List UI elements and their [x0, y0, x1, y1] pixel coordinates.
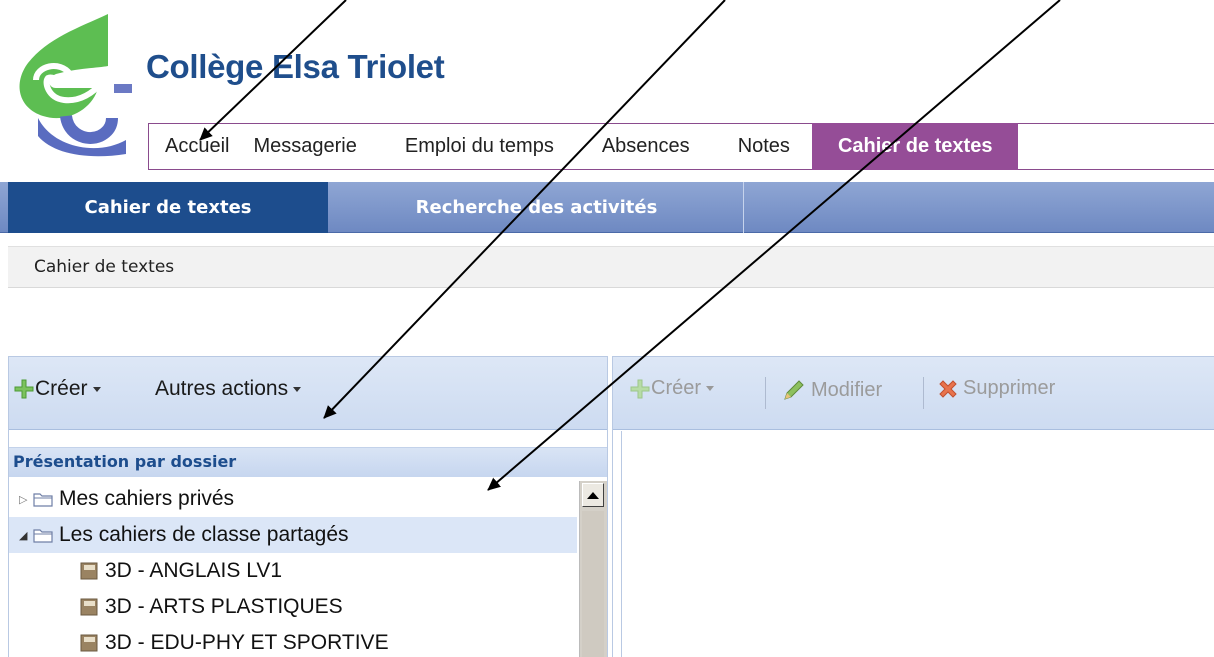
other-actions-button[interactable]: Autres actions [155, 377, 302, 401]
toolbar-separator [765, 377, 766, 409]
tree-node-private[interactable]: ▷ Mes cahiers privés [9, 481, 577, 517]
edit-button[interactable]: Modifier [781, 377, 882, 403]
tree-node-notebook[interactable]: 3D - EDU-PHY ET SPORTIVE [9, 625, 577, 657]
notebook-icon [80, 562, 98, 580]
content-area [621, 431, 1214, 657]
tree-node-notebook[interactable]: 3D - ANGLAIS LV1 [9, 553, 577, 589]
menu-item-emploi-du-temps[interactable]: Emploi du temps [405, 124, 602, 169]
plus-icon [14, 379, 34, 399]
notebook-icon [80, 634, 98, 652]
menu-item-messagerie[interactable]: Messagerie [253, 124, 404, 169]
folder-icon [33, 529, 53, 543]
expand-arrow-icon[interactable]: ▷ [19, 493, 31, 506]
folder-panel: Créer Autres actions Présentation par do… [8, 356, 608, 657]
tree-node-label: 3D - EDU-PHY ET SPORTIVE [105, 631, 389, 654]
chevron-down-icon [293, 386, 302, 392]
scroll-up-button[interactable] [582, 483, 604, 507]
right-toolbar: Créer Modifier Supprimer [613, 357, 1214, 430]
chevron-down-icon [92, 386, 101, 392]
create-button-disabled[interactable]: Créer [629, 377, 715, 400]
delete-button[interactable]: Supprimer [937, 377, 1055, 400]
menu-item-accueil[interactable]: Accueil [149, 124, 253, 169]
tree-node-label: 3D - ANGLAIS LV1 [105, 559, 283, 582]
folder-icon [33, 493, 53, 507]
pencil-icon [784, 380, 804, 400]
folder-view-title: Présentation par dossier [13, 452, 237, 471]
tab-recherche-des-activites[interactable]: Recherche des activités [330, 182, 744, 233]
tree-node-notebook[interactable]: 3D - ARTS PLASTIQUES [9, 589, 577, 625]
create-button[interactable]: Créer [13, 377, 101, 401]
create-label: Créer [651, 377, 702, 399]
content-panel: Créer Modifier Supprimer [612, 356, 1214, 657]
edit-label: Modifier [811, 378, 883, 401]
menu-item-notes[interactable]: Notes [738, 124, 812, 169]
arrow-up-icon [587, 491, 599, 499]
plus-icon [630, 379, 650, 398]
main-menu: Accueil Messagerie Emploi du temps Absen… [148, 123, 1214, 170]
other-actions-label: Autres actions [155, 377, 289, 400]
collapse-arrow-icon[interactable]: ◢ [19, 529, 31, 542]
delete-label: Supprimer [963, 377, 1056, 399]
school-logo [19, 14, 132, 157]
scroll-track[interactable] [582, 511, 604, 657]
folder-view-header: Présentation par dossier [9, 447, 607, 477]
menu-item-cahier-de-textes[interactable]: Cahier de textes [811, 123, 1019, 170]
school-name: Collège Elsa Triolet [146, 48, 445, 85]
delete-x-icon [939, 379, 957, 398]
notebook-icon [80, 598, 98, 616]
tree-node-label: Les cahiers de classe partagés [59, 523, 349, 546]
menu-item-absences[interactable]: Absences [602, 124, 738, 169]
chevron-down-icon [706, 386, 715, 391]
tab-cahier-de-textes[interactable]: Cahier de textes [8, 182, 328, 233]
tree-node-shared[interactable]: ◢ Les cahiers de classe partagés [9, 517, 577, 553]
tree-scrollbar[interactable] [579, 481, 607, 657]
left-toolbar: Créer Autres actions [9, 357, 607, 430]
sub-navigation: Cahier de textes Recherche des activités [0, 182, 1214, 233]
create-label: Créer [35, 377, 88, 400]
breadcrumb-item[interactable]: Cahier de textes [34, 257, 174, 277]
toolbar-separator [923, 377, 924, 409]
tree-node-label: 3D - ARTS PLASTIQUES [105, 595, 343, 618]
folder-tree: ▷ Mes cahiers privés ◢ Les cahiers de cl… [9, 481, 577, 657]
tree-node-label: Mes cahiers privés [59, 487, 235, 510]
breadcrumb: Cahier de textes [8, 246, 1214, 288]
